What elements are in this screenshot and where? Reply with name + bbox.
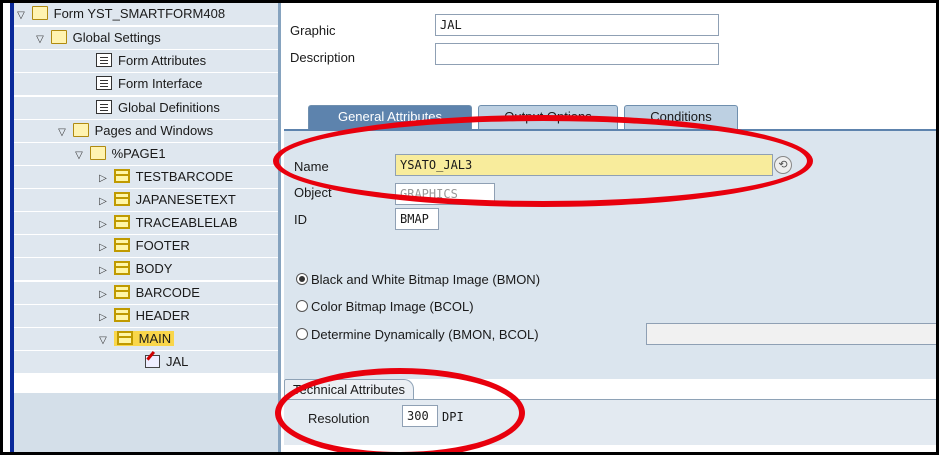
tree-node-main-window[interactable]: ▽ MAIN <box>14 328 278 350</box>
tree-node-form-attributes[interactable]: Form Attributes <box>14 50 278 72</box>
tree-node-form-interface[interactable]: Form Interface <box>14 73 278 95</box>
folder-icon <box>31 6 48 20</box>
window-icon <box>113 238 130 252</box>
collapse-triangle-icon[interactable]: ▽ <box>14 5 28 27</box>
description-field[interactable] <box>435 43 719 65</box>
radio-bw-bitmap[interactable]: Black and White Bitmap Image (BMON) <box>296 272 540 287</box>
expand-triangle-icon[interactable]: ▷ <box>96 284 110 306</box>
tree-node-window[interactable]: ▷ FOOTER <box>14 235 278 257</box>
tree-node-label: %PAGE1 <box>111 146 166 161</box>
tree-node-label: Global Settings <box>72 30 161 45</box>
window-icon <box>113 285 130 299</box>
tree-node-label: FOOTER <box>135 238 190 253</box>
technical-attributes-tab: Technical Attributes <box>284 379 415 401</box>
dynamic-field[interactable] <box>646 323 936 345</box>
tree-node-label: Pages and Windows <box>94 123 214 138</box>
expand-triangle-icon[interactable]: ▷ <box>96 214 110 236</box>
tree-node-window[interactable]: ▷ BARCODE <box>14 282 278 304</box>
tree-node-label: JAL <box>166 354 189 369</box>
tree-node-label: BODY <box>135 261 173 276</box>
collapse-triangle-icon[interactable]: ▽ <box>96 330 110 352</box>
resolution-label: Resolution <box>308 411 370 426</box>
radio-label: Black and White Bitmap Image (BMON) <box>311 272 541 287</box>
radio-checked-icon[interactable] <box>296 273 308 285</box>
id-label: ID <box>294 212 307 227</box>
form-tree: ▽ Form YST_SMARTFORM408 ▽ Global Setting… <box>3 3 281 452</box>
window-icon <box>113 215 130 229</box>
tree-node-global-definitions[interactable]: Global Definitions <box>14 97 278 119</box>
document-icon <box>96 53 112 67</box>
window-icon <box>113 192 130 206</box>
tree-node-label: Form Attributes <box>118 53 207 68</box>
radio-unchecked-icon[interactable] <box>296 300 308 312</box>
folder-icon <box>89 146 106 160</box>
tree-node-window[interactable]: ▷ BODY <box>14 258 278 280</box>
resolution-unit: DPI <box>442 410 464 424</box>
collapse-triangle-icon[interactable]: ▽ <box>72 145 86 167</box>
radio-label: Determine Dynamically (BMON, BCOL) <box>311 327 539 342</box>
collapse-triangle-icon[interactable]: ▽ <box>33 29 47 51</box>
graphic-label: Graphic <box>290 23 336 38</box>
tab-strip: General Attributes Output Options Condit… <box>284 99 936 129</box>
window-icon <box>113 169 130 183</box>
technical-attributes-area <box>284 399 936 445</box>
tab-conditions[interactable]: Conditions <box>624 105 738 129</box>
graphic-detail-panel: Graphic JAL Description General Attribut… <box>284 3 936 452</box>
radio-dynamic[interactable]: Determine Dynamically (BMON, BCOL) <box>296 327 539 342</box>
tree-node-label: TRACEABLELAB <box>135 215 238 230</box>
radio-color-bitmap[interactable]: Color Bitmap Image (BCOL) <box>296 299 474 314</box>
window-icon <box>116 331 133 345</box>
tree-node-label: HEADER <box>135 308 190 323</box>
radio-unchecked-icon[interactable] <box>296 328 308 340</box>
folder-icon <box>50 30 67 44</box>
name-label: Name <box>294 159 329 174</box>
expand-triangle-icon[interactable]: ▷ <box>96 237 110 259</box>
id-field[interactable]: BMAP <box>395 208 439 230</box>
radio-label: Color Bitmap Image (BCOL) <box>311 299 474 314</box>
window-icon <box>113 308 130 322</box>
tree-node-window[interactable]: ▷ TESTBARCODE <box>14 166 278 188</box>
tree-node-label: Form YST_SMARTFORM408 <box>53 6 226 21</box>
tree-node-label: JAPANESETEXT <box>135 192 236 207</box>
selected-node-highlight: MAIN <box>113 331 175 346</box>
tree-node-window[interactable]: ▷ TRACEABLELAB <box>14 212 278 234</box>
tree-node-label: BARCODE <box>135 285 200 300</box>
tree-node-pages-windows[interactable]: ▽ Pages and Windows <box>14 120 278 142</box>
tree-node-global-settings[interactable]: ▽ Global Settings <box>14 27 278 49</box>
sap-smartforms-window: ▽ Form YST_SMARTFORM408 ▽ Global Setting… <box>0 0 939 455</box>
tree-node-window[interactable]: ▷ HEADER <box>14 305 278 327</box>
tree-node-page1[interactable]: ▽ %PAGE1 <box>14 143 278 165</box>
object-field[interactable]: GRAPHICS <box>395 183 495 205</box>
expand-triangle-icon[interactable]: ▷ <box>96 307 110 329</box>
tab-output-options[interactable]: Output Options <box>478 105 618 129</box>
expand-triangle-icon[interactable]: ▷ <box>96 191 110 213</box>
tab-general-attributes[interactable]: General Attributes <box>308 105 472 129</box>
tree-node-label: MAIN <box>138 331 172 346</box>
document-icon <box>96 76 112 90</box>
collapse-triangle-icon[interactable]: ▽ <box>55 122 69 144</box>
expand-triangle-icon[interactable]: ▷ <box>96 260 110 282</box>
tree-node-label: TESTBARCODE <box>135 169 234 184</box>
tree-node-label: Global Definitions <box>118 100 220 115</box>
object-label: Object <box>294 185 332 200</box>
tree-empty-area <box>14 393 278 452</box>
tree-node-graphic-jal[interactable]: JAL <box>14 351 278 373</box>
tree-row-blank <box>14 374 278 393</box>
document-icon <box>96 100 112 114</box>
graphic-name-field[interactable]: JAL <box>435 14 719 36</box>
tree-node-form-root[interactable]: ▽ Form YST_SMARTFORM408 <box>14 3 278 25</box>
window-icon <box>113 261 130 275</box>
tree-node-window[interactable]: ▷ JAPANESETEXT <box>14 189 278 211</box>
expand-triangle-icon[interactable]: ▷ <box>96 168 110 190</box>
folder-icon <box>72 123 89 137</box>
graphic-lookup-icon[interactable]: ⟲ <box>774 156 792 174</box>
description-label: Description <box>290 50 356 65</box>
graphic-icon <box>144 354 160 368</box>
tree-node-label: Form Interface <box>118 76 203 91</box>
resolution-field[interactable]: 300 <box>402 405 438 427</box>
name-field[interactable]: YSATO_JAL3 <box>395 154 773 176</box>
